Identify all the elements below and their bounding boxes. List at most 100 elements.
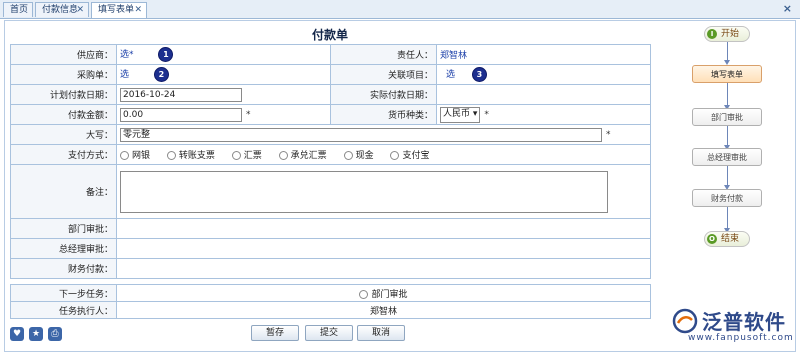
radio-circle[interactable] (343, 151, 353, 160)
finance-payment-label: 财务付款： (10, 258, 117, 279)
flow-end-label: 结束 (721, 234, 740, 244)
close-icon[interactable]: ✕ (134, 3, 142, 17)
amount-input[interactable]: 0.00 (120, 107, 242, 122)
required-mark: * (246, 110, 251, 120)
po-label: 采购单： (10, 64, 117, 85)
radio-label: 网银 (132, 151, 151, 161)
table-row: 任务执行人： 郑智林 (10, 301, 651, 319)
currency-cell: 人民币 ▾ * (436, 104, 651, 125)
table-row: 总经理审批： (10, 238, 651, 259)
currency-select[interactable]: 人民币 ▾ (440, 106, 481, 123)
radio-draft[interactable]: 汇票 (231, 148, 262, 161)
task-table: 下一步任务： 部门审批 任务执行人： 郑智林 (10, 284, 651, 319)
flow-connector (727, 166, 728, 186)
next-task-cell: 部门审批 (116, 284, 651, 302)
uppercase-amount-cell: 零元整 * (116, 124, 651, 145)
responsible-label: 责任人： (330, 44, 437, 65)
company-logo: 泛普软件 www.fanpusoft.com (672, 306, 797, 346)
submit-button[interactable]: 提交 (305, 325, 353, 341)
supplier-select-link[interactable]: 选* (120, 50, 134, 60)
radio-online-banking[interactable]: 网银 (120, 148, 150, 161)
table-row: 部门审批： (10, 218, 651, 239)
radio-circle[interactable] (231, 151, 241, 160)
flow-step-fill-form: 填写表单 (692, 65, 762, 83)
next-task-value: 部门审批 (371, 289, 408, 300)
table-row: 支付方式： 网银 转账支票 汇票 承兑汇票 现金 支付宝 (10, 144, 651, 165)
print-icon[interactable]: ⎙ (48, 327, 62, 341)
required-mark: * (606, 130, 611, 140)
next-task-label: 下一步任务： (10, 284, 117, 302)
remark-label: 备注： (10, 164, 117, 219)
actual-date-label: 实际付款日期： (330, 84, 437, 105)
cancel-button[interactable]: 取消 (357, 325, 405, 341)
radio-transfer-check[interactable]: 转账支票 (166, 148, 215, 161)
radio-circle[interactable] (390, 151, 400, 160)
table-row: 供应商： 选* 1 责任人： 郑智林 (10, 44, 651, 65)
tab-fill-form[interactable]: 填写表单 ✕ (91, 2, 147, 18)
actual-date-cell[interactable] (436, 84, 651, 105)
heart-icon[interactable]: ♥ (10, 327, 24, 341)
callout-badge-2: 2 (153, 67, 169, 82)
radio-circle[interactable] (120, 151, 129, 160)
end-icon: O (707, 234, 717, 244)
flow-connector (727, 207, 728, 230)
logo-url: www.fanpusoft.com (688, 333, 794, 343)
planned-date-label: 计划付款日期： (10, 84, 117, 105)
tab-payment-info-label: 付款信息 (42, 5, 79, 15)
related-project-select-link[interactable]: 选 (446, 70, 455, 80)
currency-label: 货币种类： (330, 104, 437, 125)
table-row: 备注： (10, 164, 651, 219)
flow-step-dept-approval: 部门审批 (692, 108, 762, 126)
flow-connector (727, 126, 728, 146)
radio-cash[interactable]: 现金 (343, 148, 374, 161)
window-close-icon[interactable]: × (783, 2, 792, 15)
required-mark: * (484, 110, 489, 120)
po-select-link[interactable]: 选 (120, 70, 129, 80)
logo-mark-icon (672, 308, 698, 334)
table-row: 付款金额： 0.00 * 货币种类： 人民币 ▾ * (10, 104, 651, 125)
tab-fill-form-label: 填写表单 (98, 5, 135, 15)
radio-alipay[interactable]: 支付宝 (390, 148, 429, 161)
radio-label: 支付宝 (402, 151, 430, 161)
radio-label: 汇票 (243, 151, 262, 161)
planned-date-cell: 2016-10-24 (116, 84, 331, 105)
chevron-down-icon: ▾ (472, 108, 478, 119)
dept-approval-label: 部门审批： (10, 218, 117, 239)
tab-bar: 首页 付款信息 ✕ 填写表单 ✕ × (0, 0, 800, 19)
radio-acceptance-draft[interactable]: 承兑汇票 (278, 148, 327, 161)
gm-approval-label: 总经理审批： (10, 238, 117, 259)
flow-connector (727, 83, 728, 106)
amount-cell: 0.00 * (116, 104, 331, 125)
table-row: 大写： 零元整 * (10, 124, 651, 145)
responsible-cell: 郑智林 (436, 44, 651, 65)
table-row: 采购单： 选 2 关联项目： 选 3 (10, 64, 651, 85)
tab-payment-info[interactable]: 付款信息 ✕ (35, 2, 89, 17)
po-cell: 选 2 (116, 64, 331, 85)
radio-circle[interactable] (166, 151, 176, 160)
planned-date-input[interactable]: 2016-10-24 (120, 87, 242, 102)
radio-label: 现金 (355, 151, 374, 161)
save-draft-button[interactable]: 暂存 (251, 325, 299, 341)
uppercase-amount-input[interactable]: 零元整 (120, 127, 602, 142)
dept-approval-cell (116, 218, 651, 239)
tab-home[interactable]: 首页 (3, 2, 33, 17)
flow-end: O 结束 (704, 231, 750, 247)
logo-name: 泛普软件 (702, 310, 786, 334)
flow-connector (727, 42, 728, 61)
radio-circle[interactable] (359, 289, 369, 299)
uppercase-amount-label: 大写： (10, 124, 117, 145)
table-row: 财务付款： (10, 258, 651, 279)
star-icon[interactable]: ★ (29, 327, 43, 341)
payment-method-cell: 网银 转账支票 汇票 承兑汇票 现金 支付宝 (116, 144, 651, 165)
gm-approval-cell (116, 238, 651, 259)
supplier-label: 供应商： (10, 44, 117, 65)
close-icon[interactable]: ✕ (76, 3, 84, 17)
radio-circle[interactable] (278, 151, 288, 160)
flow-start-label: 开始 (721, 29, 740, 39)
responsible-value: 郑智林 (440, 51, 468, 61)
table-row: 下一步任务： 部门审批 (10, 284, 651, 302)
payment-method-label: 支付方式： (10, 144, 117, 165)
remark-textarea[interactable] (120, 170, 608, 213)
related-project-label: 关联项目： (330, 64, 437, 85)
supplier-cell: 选* 1 (116, 44, 331, 65)
